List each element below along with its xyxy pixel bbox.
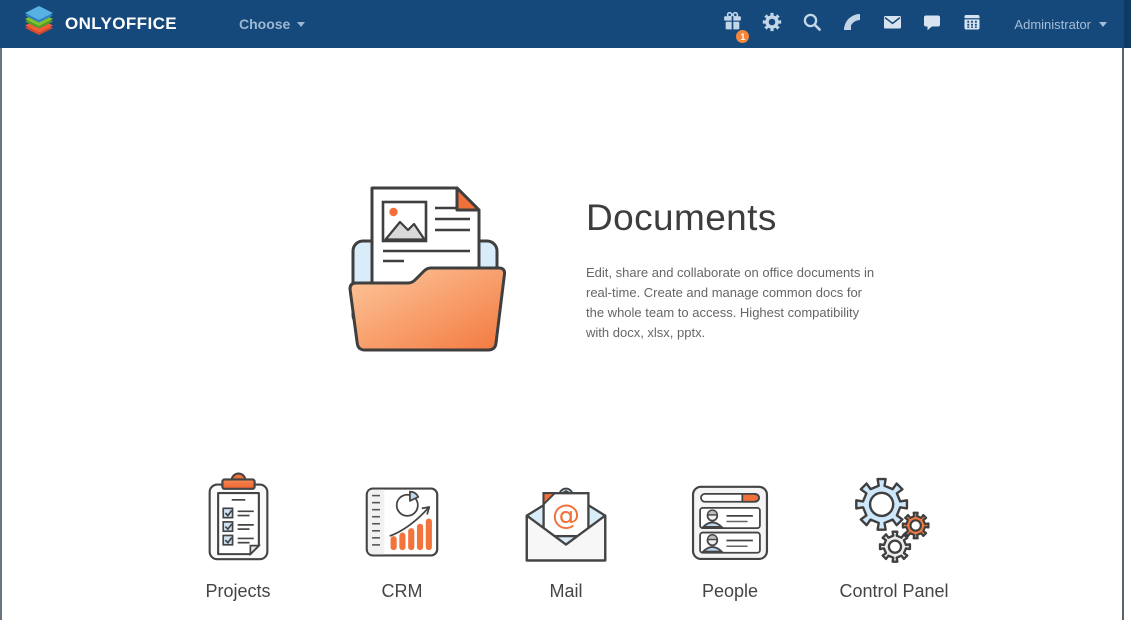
top-right-controls: 1: [712, 0, 1107, 48]
gift-badge: 1: [736, 30, 749, 43]
settings-icon: [761, 11, 783, 38]
chevron-down-icon: [1099, 22, 1107, 27]
hero-text-block: Documents Edit, share and collaborate on…: [586, 185, 891, 357]
app-label: Mail: [549, 581, 582, 602]
app-mail[interactable]: @ Mail: [484, 470, 648, 602]
app-people[interactable]: People: [648, 470, 812, 602]
module-shortcuts-row: Projects: [156, 470, 976, 602]
projects-clipboard-icon: [196, 470, 281, 566]
mail-envelope-icon: @: [519, 470, 613, 566]
people-cards-icon: [685, 470, 775, 566]
crm-charts-icon: [357, 470, 447, 566]
top-nav-bar: ONLYOFFICE Choose 1: [0, 0, 1131, 48]
layers-logo-icon: [22, 6, 56, 43]
window-right-border: [1122, 48, 1124, 620]
control-panel-gears-icon: [847, 470, 942, 566]
chat-icon: [922, 12, 942, 37]
gifts-button[interactable]: 1: [712, 0, 752, 48]
feed-icon: [842, 12, 862, 37]
module-description: Edit, share and collaborate on office do…: [586, 263, 878, 343]
app-label: Projects: [205, 581, 270, 602]
app-control-panel[interactable]: Control Panel: [812, 470, 976, 602]
header-scrollbar-strip: [1124, 0, 1131, 48]
user-name: Administrator: [1014, 17, 1091, 32]
search-icon: [802, 12, 822, 37]
settings-button[interactable]: [752, 0, 792, 48]
search-button[interactable]: [792, 0, 832, 48]
mail-icon: [882, 12, 903, 37]
documents-hero: Documents Edit, share and collaborate on…: [345, 185, 891, 357]
feed-button[interactable]: [832, 0, 872, 48]
app-label: People: [702, 581, 758, 602]
documents-folder-icon[interactable]: [345, 185, 510, 357]
logo-wordmark: ONLYOFFICE: [65, 14, 177, 34]
talk-button[interactable]: [912, 0, 952, 48]
app-label: Control Panel: [839, 581, 948, 602]
choose-label: Choose: [239, 16, 290, 32]
user-menu-button[interactable]: Administrator: [1014, 17, 1107, 32]
svg-text:@: @: [552, 498, 580, 531]
app-label: CRM: [382, 581, 423, 602]
app-projects[interactable]: Projects: [156, 470, 320, 602]
chevron-down-icon: [297, 22, 305, 27]
calendar-icon: [962, 12, 982, 37]
app-crm[interactable]: CRM: [320, 470, 484, 602]
choose-menu-button[interactable]: Choose: [239, 16, 305, 32]
calendar-button[interactable]: [952, 0, 992, 48]
window-left-border: [0, 48, 2, 620]
page-title[interactable]: Documents: [586, 197, 891, 239]
onlyoffice-logo[interactable]: ONLYOFFICE: [22, 6, 177, 43]
mail-nav-button[interactable]: [872, 0, 912, 48]
